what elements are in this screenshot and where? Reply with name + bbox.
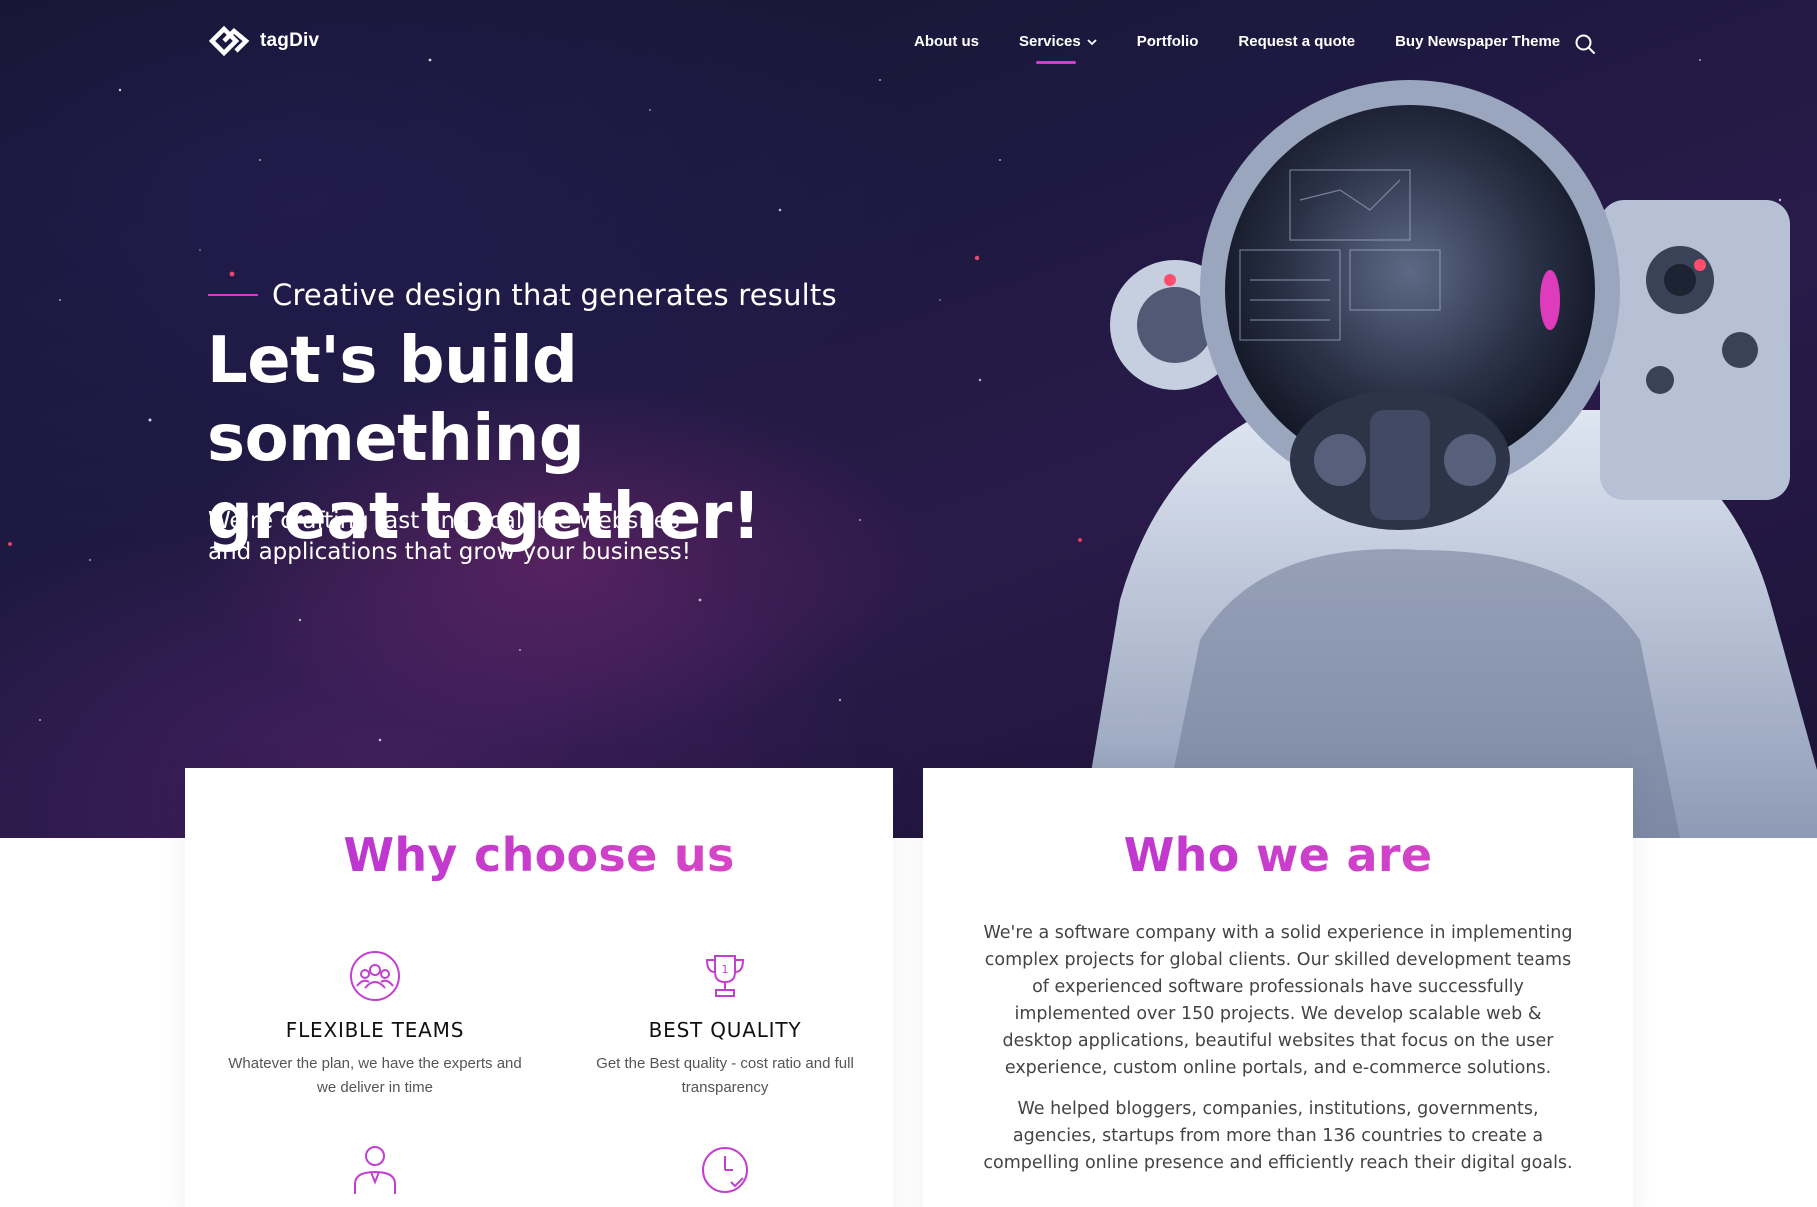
feature-title: FLEXIBLE TEAMS (285, 1018, 465, 1042)
hero-headline-line1: Let's build something (207, 324, 585, 476)
who-we-are-title: Who we are (923, 828, 1633, 882)
who-paragraph-2: We helped bloggers, companies, instituti… (983, 1099, 1573, 1173)
why-choose-us-card: Why choose us FLEXIBLE TEAMS Whatever th… (185, 768, 893, 1207)
search-icon[interactable] (1574, 33, 1596, 55)
feature-best-quality: 1 BEST QUALITY Get the Best quality - co… (575, 948, 875, 1100)
clock-check-icon (702, 1147, 748, 1193)
tagline-dash (208, 294, 258, 296)
site-logo[interactable]: tagDiv (208, 26, 319, 56)
nav-request-quote[interactable]: Request a quote (1238, 33, 1355, 50)
hero-subtext: We're crafting fast and scalable website… (208, 508, 691, 565)
feature-person (225, 1140, 525, 1207)
why-choose-us-title: Why choose us (185, 828, 893, 882)
chevron-down-icon (1087, 38, 1097, 45)
nav-services[interactable]: Services (1019, 33, 1097, 64)
svg-text:1: 1 (722, 963, 729, 976)
feature-desc: Get the Best quality - cost ratio and fu… (596, 1055, 854, 1096)
nav-buy-newspaper-theme[interactable]: Buy Newspaper Theme (1395, 33, 1560, 50)
logo-text: tagDiv (260, 30, 320, 51)
astronaut-illustration (1080, 80, 1817, 838)
nav-services-label: Services (1019, 33, 1081, 50)
feature-title: BEST QUALITY (648, 1018, 802, 1042)
tagdiv-logo-icon (208, 26, 250, 56)
feature-desc: Whatever the plan, we have the experts a… (228, 1055, 522, 1096)
trophy-icon: 1 (705, 955, 745, 997)
nav-about-us[interactable]: About us (914, 33, 979, 50)
main-nav: About us Services Portfolio Request a qu… (914, 33, 1600, 64)
who-paragraph-1: We're a software company with a solid ex… (983, 923, 1573, 1078)
who-we-are-text: We're a software company with a solid ex… (983, 920, 1573, 1191)
hero-tagline-text: Creative design that generates results (272, 278, 837, 312)
nav-portfolio[interactable]: Portfolio (1137, 33, 1199, 50)
person-icon (354, 1146, 396, 1194)
hero-tagline: Creative design that generates results (208, 278, 837, 312)
team-icon (350, 951, 400, 1001)
feature-flexible-teams: FLEXIBLE TEAMS Whatever the plan, we hav… (225, 948, 525, 1100)
feature-time (575, 1140, 875, 1207)
who-we-are-card: Who we are We're a software company with… (923, 768, 1633, 1207)
hero-section: tagDiv About us Services Portfolio Reque… (0, 0, 1817, 838)
